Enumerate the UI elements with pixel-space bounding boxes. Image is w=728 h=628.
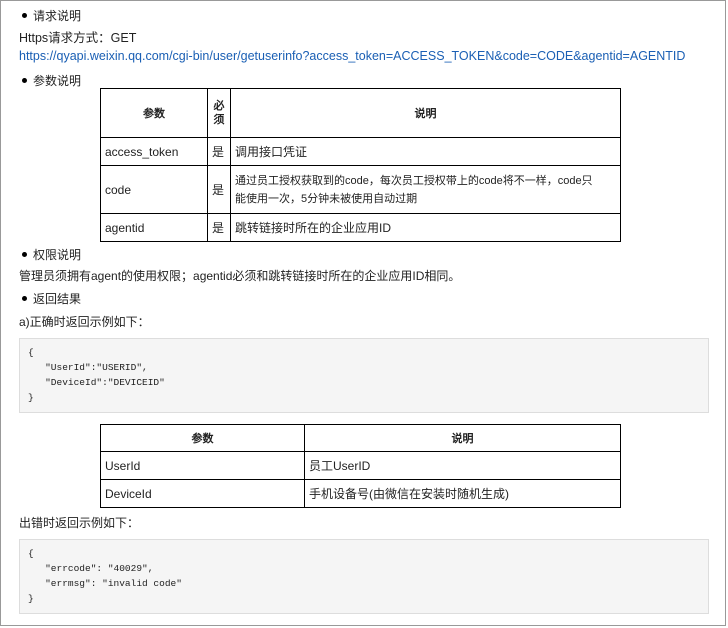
params-table: 参数 必须 说明 access_token 是 调用接口凭证 code 是 通过…: [100, 88, 621, 242]
header-required: 必须: [207, 88, 231, 138]
header-desc: 说明: [304, 424, 621, 452]
table-row: agentid 是 跳转链接时所在的企业应用ID: [100, 213, 621, 242]
success-intro: a)正确时返回示例如下：: [19, 315, 150, 329]
section-request-heading: 请求说明: [22, 7, 81, 24]
bullet-icon: [22, 13, 27, 19]
header-desc: 说明: [230, 88, 621, 138]
result-name: UserId: [100, 451, 305, 480]
param-name: agentid: [100, 213, 208, 242]
error-code-block: { "errcode": "40029", "errmsg": "invalid…: [19, 539, 709, 614]
permission-text: 管理员须拥有agent的使用权限；agentid必须和跳转链接时所在的企业应用I…: [19, 269, 461, 283]
header-param: 参数: [100, 88, 208, 138]
table-row: DeviceId 手机设备号(由微信在安装时随机生成): [100, 479, 621, 508]
param-required: 是: [207, 213, 231, 242]
result-desc: 手机设备号(由微信在安装时随机生成): [304, 479, 621, 508]
param-name: access_token: [100, 137, 208, 166]
param-desc: 跳转链接时所在的企业应用ID: [230, 213, 621, 242]
bullet-icon: [22, 252, 27, 258]
result-table-header: 参数 说明: [100, 424, 621, 452]
param-desc: 通过员工授权获取到的code，每次员工授权带上的code将不一样，code只 能…: [230, 165, 621, 214]
table-row: UserId 员工UserID: [100, 451, 621, 480]
section-result-heading: 返回结果: [22, 290, 81, 307]
result-desc: 员工UserID: [304, 451, 621, 480]
section-params-heading: 参数说明: [22, 72, 81, 89]
error-intro: 出错时返回示例如下：: [19, 516, 140, 530]
result-name: DeviceId: [100, 479, 305, 508]
param-required: 是: [207, 165, 231, 214]
section-permission-heading: 权限说明: [22, 246, 81, 263]
request-method: Https请求方式：GET: [19, 31, 137, 45]
success-code-block: { "UserId":"USERID", "DeviceId":"DEVICEI…: [19, 338, 709, 413]
bullet-icon: [22, 78, 27, 84]
request-url-link[interactable]: https://qyapi.weixin.qq.com/cgi-bin/user…: [19, 49, 685, 63]
param-name: code: [100, 165, 208, 214]
result-table: 参数 说明 UserId 员工UserID DeviceId 手机设备号(由微信…: [100, 424, 621, 508]
table-row: access_token 是 调用接口凭证: [100, 137, 621, 166]
param-desc: 调用接口凭证: [230, 137, 621, 166]
bullet-icon: [22, 296, 27, 302]
header-param: 参数: [100, 424, 305, 452]
params-table-header: 参数 必须 说明: [100, 88, 621, 138]
param-required: 是: [207, 137, 231, 166]
table-row: code 是 通过员工授权获取到的code，每次员工授权带上的code将不一样，…: [100, 165, 621, 214]
